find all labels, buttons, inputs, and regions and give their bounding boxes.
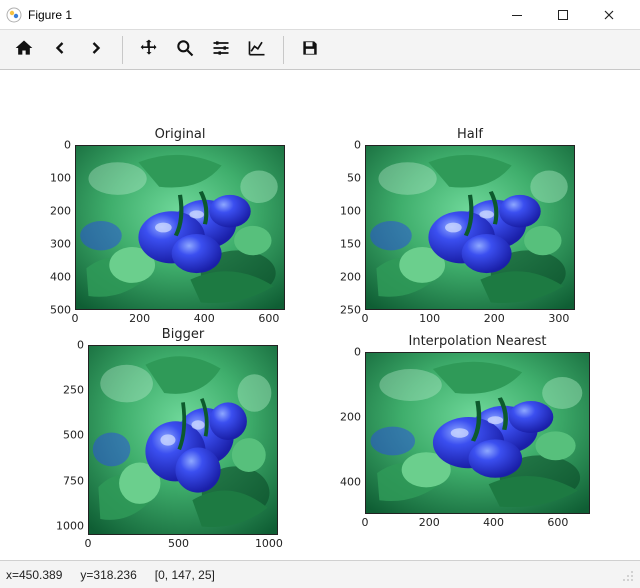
pan-button[interactable]: [132, 33, 166, 67]
y-tick-label: 250: [63, 384, 88, 397]
arrow-left-icon: [50, 38, 70, 61]
arrow-right-icon: [86, 38, 106, 61]
subplot-title: Half: [365, 127, 575, 142]
status-rgb: [0, 147, 25]: [155, 568, 215, 582]
x-tick-label: 200: [129, 310, 150, 325]
axes-image[interactable]: [75, 145, 285, 310]
x-tick-label: 1000: [255, 535, 283, 550]
subplot-title: Original: [75, 127, 285, 142]
back-button[interactable]: [43, 33, 77, 67]
sliders-icon: [211, 38, 231, 61]
x-tick-label: 0: [85, 535, 92, 550]
x-tick-label: 400: [483, 514, 504, 529]
save-button[interactable]: [293, 33, 327, 67]
x-tick-label: 0: [362, 310, 369, 325]
x-tick-label: 0: [362, 514, 369, 529]
y-tick-label: 0: [77, 339, 88, 352]
status-bar: x=450.389 y=318.236 [0, 147, 25]: [0, 560, 640, 588]
figure-canvas[interactable]: Original 01002003004005000200400600 Half…: [0, 70, 640, 560]
toolbar-separator: [283, 36, 284, 64]
status-y: y=318.236: [80, 568, 136, 582]
x-tick-label: 500: [168, 535, 189, 550]
forward-button[interactable]: [79, 33, 113, 67]
y-tick-label: 100: [50, 172, 75, 185]
x-tick-label: 100: [419, 310, 440, 325]
x-tick-label: 400: [194, 310, 215, 325]
subplot-bigger: Bigger 0250500750100005001000: [88, 345, 278, 535]
y-tick-label: 500: [63, 429, 88, 442]
x-tick-label: 600: [547, 514, 568, 529]
y-tick-label: 200: [340, 271, 365, 284]
axes-image[interactable]: [365, 352, 590, 514]
y-tick-label: 400: [50, 271, 75, 284]
window-maximize-button[interactable]: [540, 0, 586, 30]
subplot-title: Bigger: [88, 327, 278, 342]
zoom-button[interactable]: [168, 33, 202, 67]
x-tick-label: 300: [548, 310, 569, 325]
y-tick-label: 150: [340, 238, 365, 251]
y-tick-label: 0: [64, 139, 75, 152]
y-tick-label: 0: [354, 139, 365, 152]
pan-icon: [139, 38, 159, 61]
home-icon: [14, 38, 34, 61]
zoom-icon: [175, 38, 195, 61]
toolbar: [0, 30, 640, 70]
home-button[interactable]: [7, 33, 41, 67]
y-tick-label: 750: [63, 474, 88, 487]
y-tick-label: 50: [347, 172, 365, 185]
y-tick-label: 200: [340, 410, 365, 423]
window-minimize-button[interactable]: [494, 0, 540, 30]
x-tick-label: 200: [484, 310, 505, 325]
toolbar-separator: [122, 36, 123, 64]
save-icon: [300, 38, 320, 61]
window-titlebar: Figure 1: [0, 0, 640, 30]
y-tick-label: 1000: [56, 519, 88, 532]
window-close-button[interactable]: [586, 0, 632, 30]
edit-axis-button[interactable]: [240, 33, 274, 67]
y-tick-label: 100: [340, 205, 365, 218]
line-chart-icon: [247, 38, 267, 61]
axes-image[interactable]: [365, 145, 575, 310]
y-tick-label: 300: [50, 238, 75, 251]
resize-grip-icon[interactable]: [620, 568, 634, 582]
x-tick-label: 0: [72, 310, 79, 325]
subplot-interpolation-nearest: Interpolation Nearest 02004000200400600: [365, 352, 590, 514]
configure-subplots-button[interactable]: [204, 33, 238, 67]
axes-image[interactable]: [88, 345, 278, 535]
subplot-title: Interpolation Nearest: [365, 334, 590, 349]
y-tick-label: 200: [50, 205, 75, 218]
y-tick-label: 400: [340, 475, 365, 488]
x-tick-label: 600: [258, 310, 279, 325]
app-icon: [6, 7, 22, 23]
subplot-half: Half 0501001502002500100200300: [365, 145, 575, 310]
subplot-original: Original 01002003004005000200400600: [75, 145, 285, 310]
x-tick-label: 200: [419, 514, 440, 529]
window-title: Figure 1: [28, 8, 72, 22]
status-x: x=450.389: [6, 568, 62, 582]
y-tick-label: 0: [354, 346, 365, 359]
